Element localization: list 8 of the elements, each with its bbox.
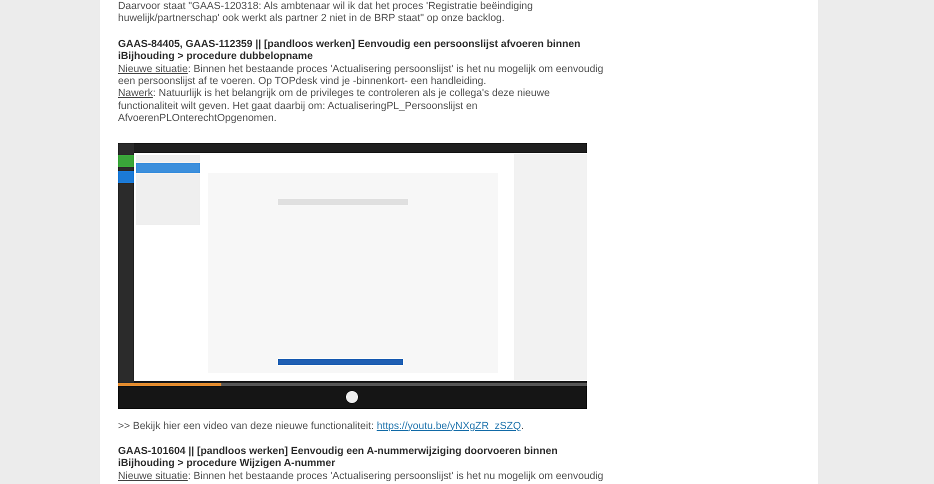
paragraph: Nawerk: Natuurlijk is het belangrijk om de privileges te controleren als je collega's deze nieuwe functionaliteit wilt geven. Het gaat daarbij om: ActualiseringPL_Persoonslijst en AfvoerenPLOnterechtOpgenomen. [118,88,551,126]
section-title: GAAS-84405, GAAS-112359 || [pandloos werken] Eenvoudig een persoonslijst afvoeren binnen iBijhouding > procedure dubbelopname [118,38,582,64]
section-title: GAAS-101604 || [pandloos werken] Eenvoudig een A-nummerwijziging doorvoeren binnen iBijhouding > procedure Wijzigen A-nummer [118,446,559,471]
video-link[interactable]: https://youtu.be/yNXgZR_zSZQ [376,420,521,432]
paragraph: Nieuwe situatie: Binnen het bestaande proces 'Actualisering persoonslijst' is het nu mogelijk om eenvoudig een persoonslijst af te voeren. Op TOPdesk vind je -binnenkort- een handleiding. [118,64,604,88]
paragraph: Daarvoor staat "GAAS-120318: Als ambtenaar wil ik dat het proces 'Registratie beëindiging huwelijk/partnerschap' ook werkt als partner 2 niet in de BRP staat" op onze backlog. [118,1,534,26]
video-caption: >> Bekijk hier een video van deze nieuwe functionaliteit: https://youtu.be/yNXgZR_zSZQ. [118,420,525,434]
paragraph: Nieuwe situatie: Binnen het bestaande proces 'Actualisering persoonslijst' is het nu mogelijk om eenvoudig [118,470,604,484]
